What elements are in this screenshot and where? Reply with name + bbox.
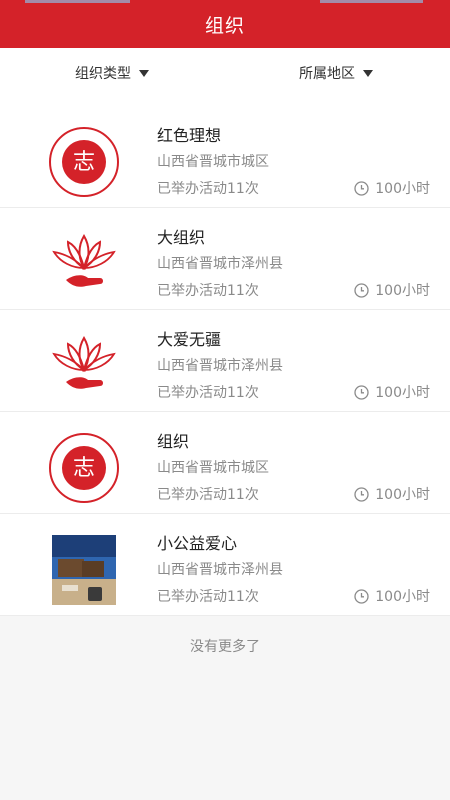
organization-hours: 100小时 (354, 484, 430, 504)
clock-icon (354, 486, 369, 502)
volunteer-emblem-glyph: 志 (73, 150, 95, 175)
organization-list: 志 红色理想 山西省晋城市城区 已举办活动11次 100小时 大组织 山西省晋城… (0, 98, 450, 616)
organization-name: 大爱无疆 (157, 330, 222, 349)
organization-hours-value: 100小时 (375, 283, 430, 299)
organization-name: 大组织 (157, 228, 206, 247)
organization-item[interactable]: 志 红色理想 山西省晋城市城区 已举办活动11次 100小时 (0, 106, 450, 208)
organization-name: 红色理想 (157, 126, 222, 145)
top-bar: 组织 (0, 0, 450, 48)
organization-hours: 100小时 (354, 382, 430, 402)
clock-icon (354, 588, 369, 604)
lotus-hand-logo-icon (48, 330, 120, 402)
filter-region-label: 所属地区 (299, 66, 355, 82)
volunteer-emblem-icon: 志 (48, 432, 120, 504)
organization-activities: 已举办活动11次 (157, 181, 259, 197)
organization-activities: 已举办活动11次 (157, 589, 259, 605)
clock-icon (354, 282, 369, 298)
organization-address: 山西省晋城市城区 (157, 460, 269, 476)
volunteer-emblem-glyph: 志 (73, 456, 95, 481)
page-title: 组织 (204, 14, 245, 37)
filter-org-type[interactable]: 组织类型 (75, 48, 149, 98)
organization-hours: 100小时 (354, 586, 430, 606)
organization-hours: 100小时 (354, 178, 430, 198)
status-bar-fragment-right (320, 0, 423, 3)
organization-hours-value: 100小时 (375, 181, 430, 197)
caret-down-icon (363, 69, 373, 77)
organization-hours: 100小时 (354, 280, 430, 300)
organization-hours-value: 100小时 (375, 385, 430, 401)
organization-item[interactable]: 大组织 山西省晋城市泽州县 已举办活动11次 100小时 (0, 208, 450, 310)
organization-address: 山西省晋城市泽州县 (157, 562, 283, 578)
room-photo-icon (48, 534, 120, 606)
filter-bar: 组织类型 所属地区 (0, 48, 450, 99)
clock-icon (354, 384, 369, 400)
organization-activities: 已举办活动11次 (157, 487, 259, 503)
organization-hours-value: 100小时 (375, 487, 430, 503)
organization-address: 山西省晋城市泽州县 (157, 256, 283, 272)
filter-region[interactable]: 所属地区 (299, 48, 373, 98)
organization-name: 小公益爱心 (157, 534, 238, 553)
organization-activities: 已举办活动11次 (157, 283, 259, 299)
status-bar-fragment-left (25, 0, 130, 3)
lotus-hand-logo-icon (48, 228, 120, 300)
organization-address: 山西省晋城市泽州县 (157, 358, 283, 374)
filter-org-type-label: 组织类型 (75, 66, 131, 82)
organization-item[interactable]: 小公益爱心 山西省晋城市泽州县 已举办活动11次 100小时 (0, 514, 450, 616)
caret-down-icon (139, 69, 149, 77)
organization-activities: 已举办活动11次 (157, 385, 259, 401)
no-more-text: 没有更多了 (190, 639, 260, 655)
clock-icon (354, 180, 369, 196)
volunteer-emblem-icon: 志 (48, 126, 120, 198)
organization-hours-value: 100小时 (375, 589, 430, 605)
organization-item[interactable]: 大爱无疆 山西省晋城市泽州县 已举办活动11次 100小时 (0, 310, 450, 412)
organization-address: 山西省晋城市城区 (157, 154, 269, 170)
organization-item[interactable]: 志 组织 山西省晋城市城区 已举办活动11次 100小时 (0, 412, 450, 514)
organization-name: 组织 (157, 432, 190, 451)
